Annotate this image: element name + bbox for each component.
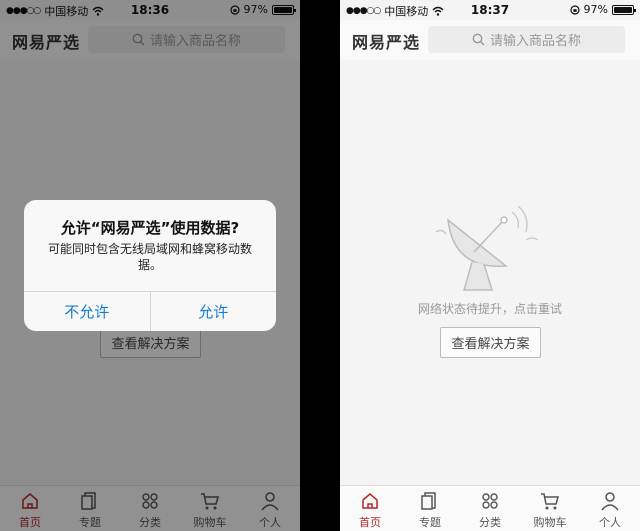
battery-percent: 97% bbox=[583, 3, 608, 16]
tab-home[interactable]: 首页 bbox=[340, 486, 400, 531]
tab-label: 购物车 bbox=[533, 516, 567, 529]
cart-icon bbox=[541, 493, 559, 510]
category-icon bbox=[482, 493, 498, 509]
status-right: 97% bbox=[569, 3, 636, 16]
solution-button[interactable]: 查看解决方案 bbox=[440, 327, 541, 358]
status-bar: ●●●○○ 中国移动 18:37 97% bbox=[340, 0, 640, 20]
alert-title: 允许“网易严选”使用数据? bbox=[60, 219, 240, 237]
home-icon bbox=[362, 493, 378, 509]
rotation-lock-icon bbox=[569, 4, 580, 15]
screen-before: ●●●○○ 中国移动 18:36 97% 网易严选 请输入商品名称 查看解决方案… bbox=[0, 0, 300, 531]
tab-label: 个人 bbox=[599, 516, 621, 529]
alert-message: 可能同时包含无线局域网和蜂窝移动数据。 bbox=[47, 242, 252, 272]
satellite-dish-icon bbox=[435, 205, 539, 291]
search-icon bbox=[472, 33, 485, 46]
screen-after: ●●●○○ 中国移动 18:37 97% 网易严选 请输入商品名称 网络状态待提… bbox=[340, 0, 640, 531]
battery-icon bbox=[612, 4, 636, 15]
allow-button[interactable]: 允许 bbox=[149, 292, 277, 331]
permission-alert: 允许“网易严选”使用数据? 可能同时包含无线局域网和蜂窝移动数据。 不允许 允许 bbox=[24, 200, 276, 331]
deny-button[interactable]: 不允许 bbox=[24, 292, 150, 331]
user-icon bbox=[601, 492, 619, 511]
tab-cart[interactable]: 购物车 bbox=[520, 486, 580, 531]
search-input[interactable]: 请输入商品名称 bbox=[428, 26, 625, 53]
main-content: 网络状态待提升，点击重试 查看解决方案 bbox=[340, 60, 640, 485]
app-header: 网易严选 请输入商品名称 bbox=[340, 20, 640, 60]
tab-profile[interactable]: 个人 bbox=[580, 486, 640, 531]
search-placeholder: 请输入商品名称 bbox=[489, 34, 581, 49]
alert-buttons: 不允许 允许 bbox=[24, 291, 276, 331]
network-message: 网络状态待提升，点击重试 bbox=[417, 302, 562, 316]
app-logo: 网易严选 bbox=[352, 33, 421, 52]
tab-label: 首页 bbox=[359, 516, 381, 529]
topic-icon bbox=[421, 492, 436, 510]
tab-label: 专题 bbox=[419, 516, 441, 529]
tab-categories[interactable]: 分类 bbox=[460, 486, 520, 531]
tab-topics[interactable]: 专题 bbox=[400, 486, 460, 531]
tab-label: 分类 bbox=[479, 516, 501, 529]
tab-bar: 首页 专题 分类 购物车 个人 bbox=[340, 485, 640, 531]
